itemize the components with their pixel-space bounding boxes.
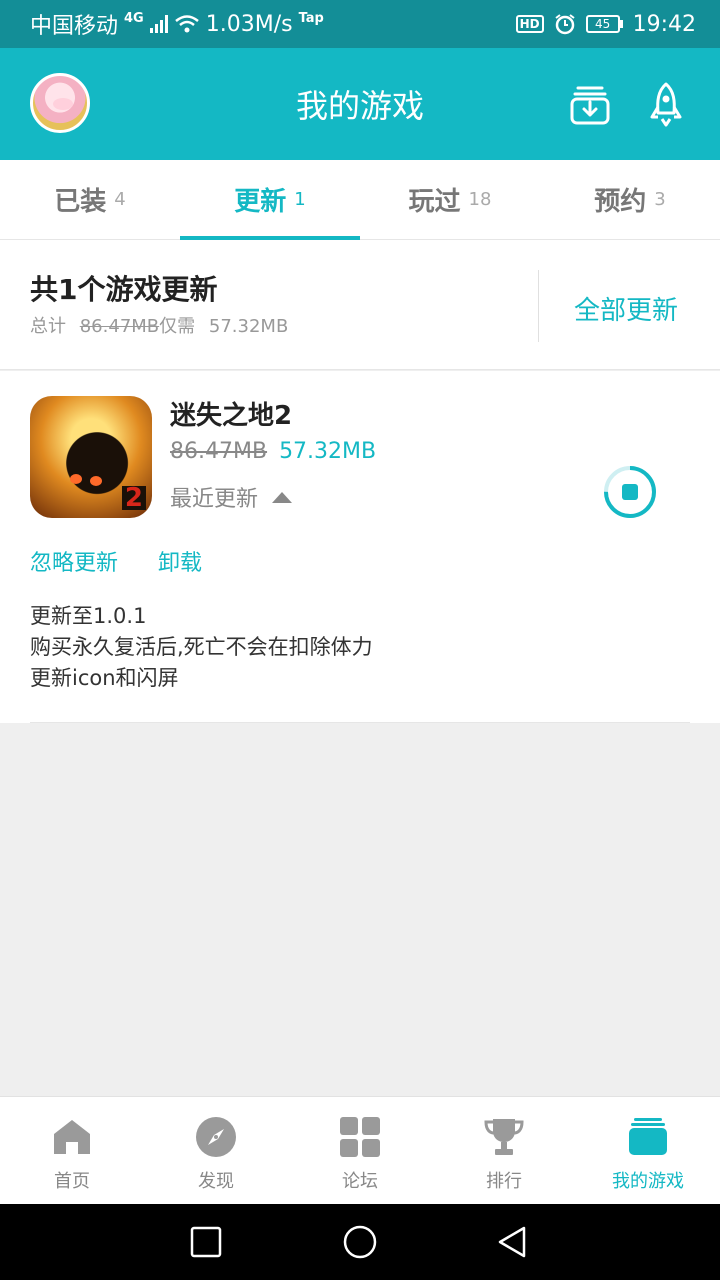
nav-ranking[interactable]: 排行	[432, 1097, 576, 1204]
tab-reserved[interactable]: 预约 3	[540, 160, 720, 239]
recent-update-label: 最近更新	[170, 487, 259, 512]
game-icon-eye	[90, 476, 102, 486]
pause-download-button[interactable]	[603, 465, 657, 519]
tab-label: 已装	[54, 187, 107, 217]
update-note-line: 更新icon和闪屏	[30, 666, 179, 690]
nav-forum[interactable]: 论坛	[288, 1097, 432, 1204]
home-button[interactable]	[342, 1224, 378, 1260]
game-icon-number: 2	[121, 485, 146, 511]
total-label: 总计	[30, 316, 66, 337]
nav-discover[interactable]: 发现	[144, 1097, 288, 1204]
tab-played[interactable]: 玩过 18	[360, 160, 540, 239]
carrier-label: 中国移动	[30, 14, 119, 39]
tab-label: 预约	[594, 187, 647, 217]
game-icon-eye	[70, 474, 82, 484]
app-notification-badge: Tap	[298, 10, 324, 26]
network-speed: 1.03M/s	[205, 11, 293, 37]
grid-icon	[338, 1115, 382, 1159]
stop-icon	[622, 484, 638, 500]
wifi-icon	[174, 15, 199, 33]
update-note-line: 更新至1.0.1	[30, 604, 147, 628]
trophy-icon	[482, 1115, 526, 1159]
tab-count: 1	[294, 189, 306, 210]
tab-installed[interactable]: 已装 4	[0, 160, 180, 239]
ignore-update-link[interactable]: 忽略更新	[30, 545, 118, 577]
only-need-label: 仅需	[159, 316, 196, 337]
compass-icon	[194, 1115, 238, 1159]
back-button[interactable]	[494, 1224, 530, 1260]
hd-badge: HD	[515, 15, 544, 33]
game-new-size: 57.32MB	[279, 439, 377, 464]
tab-label: 更新	[234, 187, 287, 217]
nav-label: 首页	[54, 1171, 90, 1192]
battery-icon: 45	[585, 15, 623, 33]
system-nav-bar	[0, 1204, 720, 1280]
nav-label: 论坛	[342, 1171, 378, 1192]
original-size: 86.47MB	[79, 316, 160, 337]
rocket-icon	[650, 82, 682, 127]
game-icon[interactable]: 2	[30, 396, 152, 518]
download-manager-icon	[570, 86, 610, 125]
game-name[interactable]: 迷失之地2	[170, 395, 292, 432]
rocket-button[interactable]	[642, 80, 690, 128]
game-actions: 忽略更新 卸载	[30, 545, 202, 577]
summary-title: 共1个游戏更新	[30, 273, 218, 306]
divider	[538, 270, 539, 342]
summary-sizes: 总计 86.47MB仅需 57.32MB	[30, 312, 288, 338]
nav-label: 发现	[198, 1171, 234, 1192]
game-size: 86.47MB 57.32MB	[170, 439, 376, 464]
tab-label: 玩过	[408, 187, 461, 217]
battery-level: 45	[585, 15, 620, 33]
update-notes: 更新至1.0.1 购买永久复活后,死亡不会在扣除体力 更新icon和闪屏	[30, 601, 373, 694]
tab-count: 3	[654, 189, 666, 210]
home-icon	[50, 1115, 94, 1159]
uninstall-link[interactable]: 卸载	[158, 545, 202, 577]
clock: 19:42	[632, 11, 696, 37]
update-all-button[interactable]: 全部更新	[574, 290, 678, 327]
app-header: 我的游戏	[0, 48, 720, 160]
game-old-size: 86.47MB	[170, 439, 268, 464]
my-games-icon	[626, 1115, 670, 1159]
tab-count: 18	[468, 189, 492, 210]
nav-label: 我的游戏	[612, 1171, 684, 1192]
update-summary: 共1个游戏更新 总计 86.47MB仅需 57.32MB 全部更新	[0, 240, 720, 370]
signal-icon	[149, 15, 168, 33]
bottom-nav: 首页 发现 论坛 排行 我的游戏	[0, 1096, 720, 1204]
nav-home[interactable]: 首页	[0, 1097, 144, 1204]
nav-label: 排行	[486, 1171, 522, 1192]
update-size: 57.32MB	[208, 316, 289, 337]
recent-update-toggle[interactable]: 最近更新	[170, 481, 293, 513]
nav-my-games[interactable]: 我的游戏	[576, 1097, 720, 1204]
tab-count: 4	[114, 189, 126, 210]
status-bar: 中国移动 4G 1.03M/s Tap HD 45 19:42	[0, 0, 720, 48]
download-manager-button[interactable]	[566, 80, 614, 128]
alarm-icon	[554, 14, 575, 35]
network-type-badge: 4G	[124, 10, 144, 26]
tab-updates[interactable]: 更新 1	[180, 160, 360, 240]
collapse-arrow-icon	[272, 491, 293, 503]
recent-apps-button[interactable]	[188, 1224, 224, 1260]
game-update-card: 2 迷失之地2 86.47MB 57.32MB 最近更新 忽略更新 卸载 更新至1…	[0, 371, 720, 723]
update-note-line: 购买永久复活后,死亡不会在扣除体力	[30, 635, 373, 659]
divider	[30, 722, 690, 723]
tab-bar: 已装 4 更新 1 玩过 18 预约 3	[0, 160, 720, 240]
